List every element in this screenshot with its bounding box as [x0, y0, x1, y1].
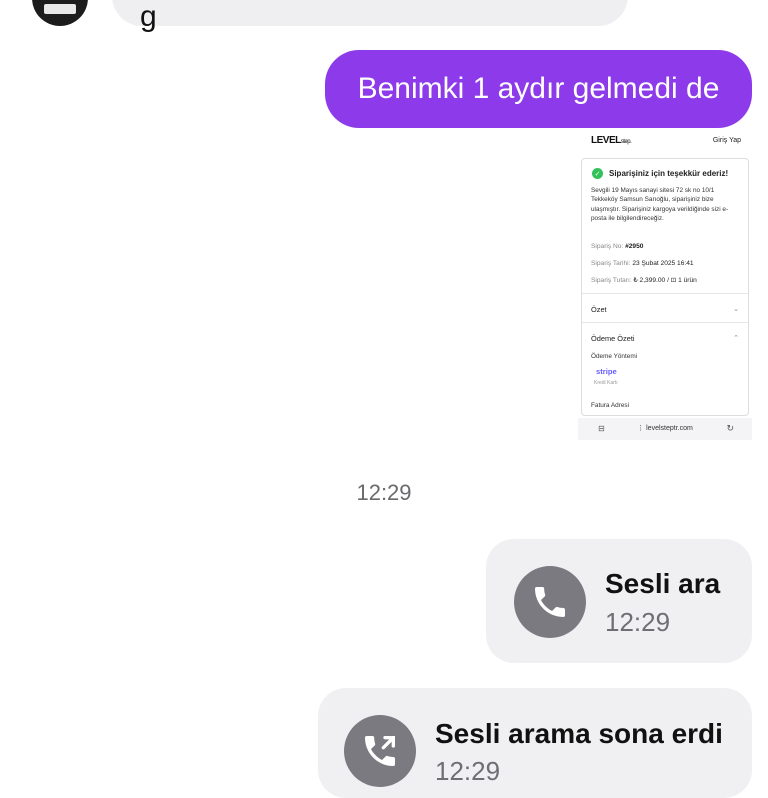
call-time: 12:29 [605, 607, 671, 637]
order-message: Sevgili 19 Mayıs sanayi sitesi 72 sk no … [591, 187, 729, 222]
contact-avatar[interactable] [32, 0, 88, 26]
success-title: Siparişiniz için teşekkür ederiz! [609, 169, 729, 178]
call-title: Sesli ara [605, 568, 721, 599]
browser-url-bar: ⊟ ⋮ levelsteptr.com ↻ [578, 418, 752, 440]
call-ended-bubble[interactable]: Sesli arama sona erdi 12:29 [318, 688, 752, 798]
summary-section-label: Özet [591, 305, 607, 314]
call-time: 12:29 [435, 756, 501, 786]
outgoing-call-icon [344, 715, 416, 787]
login-link: Giriş Yap [712, 137, 741, 144]
payment-method-label: Ödeme Yöntemi [591, 353, 638, 360]
success-row: ✓ Siparişiniz için teşekkür ederiz! [592, 168, 728, 179]
site-header: LEVELstep. Giriş Yap [578, 128, 752, 154]
shared-screenshot-preview[interactable]: LEVELstep. Giriş Yap ✓ Siparişiniz için … [578, 128, 752, 440]
divider [582, 322, 748, 323]
phone-icon [514, 566, 586, 638]
order-total-row: Sipariş Tutarı: ₺ 2,399.00 / ⊡ 1 ürün [591, 277, 697, 284]
order-date-row: Sipariş Tarihi: 23 Şubat 2025 16:41 [591, 260, 694, 267]
outgoing-message-bubble[interactable]: Benimki 1 aydır gelmedi de [325, 50, 752, 128]
previous-message-fragment: g [140, 0, 157, 33]
chevron-up-icon: ⌃ [733, 335, 739, 342]
chat-timestamp: 12:29 [356, 480, 412, 505]
stripe-logo: stripe [596, 367, 617, 376]
order-number-row: Sipariş No: #2950 [591, 243, 644, 250]
call-title: Sesli arama sona erdi [435, 718, 723, 749]
voice-call-bubble[interactable]: Sesli ara 12:29 [486, 539, 752, 663]
previous-message-bubble[interactable]: g [112, 0, 628, 32]
divider [582, 293, 748, 294]
payment-type: Kredi Kartı [594, 380, 618, 386]
check-circle-icon: ✓ [592, 168, 603, 179]
payment-summary-label: Ödeme Özeti [591, 334, 635, 343]
order-confirmation-card: ✓ Siparişiniz için teşekkür ederiz! Sevg… [581, 158, 749, 416]
site-brand-logo: LEVELstep. [591, 135, 632, 146]
chevron-down-icon: ⌄ [733, 306, 739, 313]
avatar-logo [44, 4, 76, 14]
reload-icon: ↻ [726, 423, 734, 433]
outgoing-message-text: Benimki 1 aydır gelmedi de [357, 72, 720, 105]
billing-address-label: Fatura Adresi [591, 402, 630, 409]
